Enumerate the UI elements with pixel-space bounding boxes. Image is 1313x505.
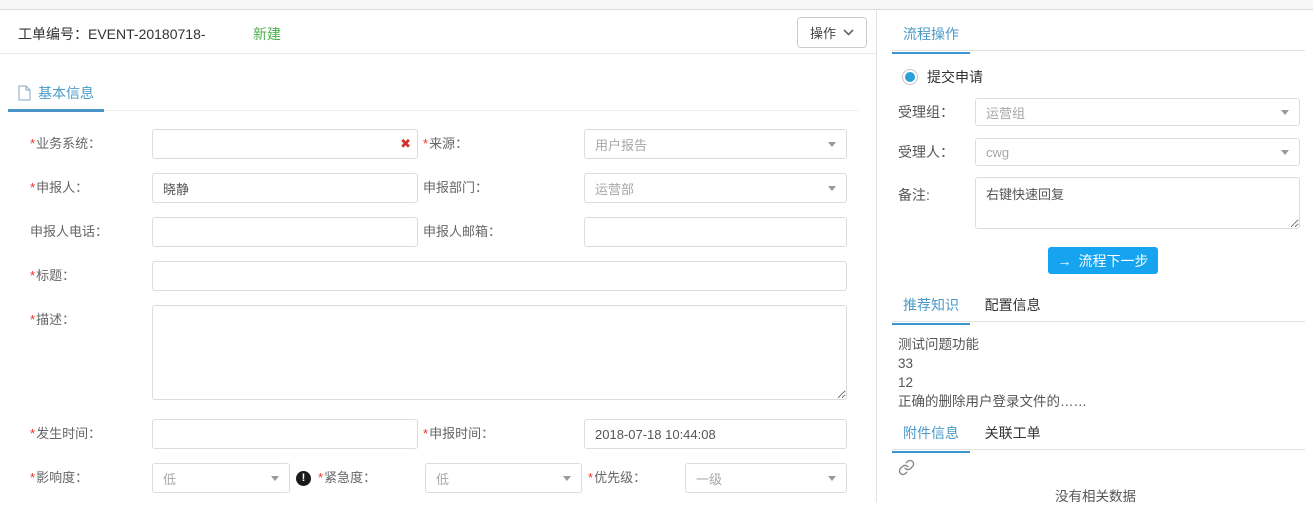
basic-info-form: *业务系统： ✖ *来源： 用户报告 *申报人： 申报部门： 运营部 申报人电话… xyxy=(0,11,876,502)
required-mark: * xyxy=(588,470,593,485)
ticket-form-panel: 工单编号：EVENT-20180718- 新建 操作 基本信息 *业务系统： ✖… xyxy=(0,11,877,502)
phone-fieldwrap xyxy=(152,217,418,247)
caret-down-icon xyxy=(1281,110,1289,115)
caret-down-icon xyxy=(1281,150,1289,155)
urgency-select[interactable]: 低 xyxy=(425,463,582,493)
email-label: 申报人邮箱： xyxy=(423,217,501,247)
source-label: *来源： xyxy=(423,129,468,159)
attachment-tab-row: 附件信息 关联工单 xyxy=(892,423,1305,450)
tab-related-tickets[interactable]: 关联工单 xyxy=(974,423,1052,451)
accept-group-label: 受理组： xyxy=(898,98,954,126)
caret-down-icon xyxy=(828,142,836,147)
radio-dot xyxy=(905,72,915,82)
priority-select-value: 一级 xyxy=(696,469,722,488)
department-select[interactable]: 运营部 xyxy=(584,173,847,203)
knowledge-item[interactable]: 测试问题功能 xyxy=(898,335,1087,354)
accept-person-value: cwg xyxy=(986,145,1009,160)
impact-select-value: 低 xyxy=(163,469,176,488)
knowledge-item[interactable]: 正确的删除用户登录文件的…… xyxy=(898,392,1087,411)
priority-select[interactable]: 一级 xyxy=(685,463,847,493)
business-system-fieldwrap: ✖ xyxy=(152,129,418,159)
description-fieldwrap xyxy=(152,305,847,400)
arrow-right-icon: → xyxy=(1058,253,1072,269)
source-select[interactable]: 用户报告 xyxy=(584,129,847,159)
remark-textarea[interactable]: 右键快速回复 xyxy=(975,177,1300,229)
required-mark: * xyxy=(30,426,35,441)
caret-down-icon xyxy=(271,476,279,481)
clear-icon[interactable]: ✖ xyxy=(400,136,411,152)
business-system-input[interactable] xyxy=(152,129,418,159)
link-icon[interactable] xyxy=(898,459,915,479)
source-select-value: 用户报告 xyxy=(595,135,647,154)
reporter-fieldwrap xyxy=(152,173,418,203)
priority-label: *优先级： xyxy=(588,463,646,493)
knowledge-item[interactable]: 33 xyxy=(898,354,1087,373)
business-system-label: *业务系统： xyxy=(30,129,101,159)
accept-group-select[interactable]: 运营组 xyxy=(975,98,1300,126)
accept-group-value: 运营组 xyxy=(986,103,1025,122)
caret-down-icon xyxy=(828,476,836,481)
occur-time-label: *发生时间： xyxy=(30,419,101,449)
impact-select[interactable]: 低 xyxy=(152,463,290,493)
required-mark: * xyxy=(423,426,428,441)
required-mark: * xyxy=(30,268,35,283)
report-time-label: *申报时间： xyxy=(423,419,494,449)
caret-down-icon xyxy=(828,186,836,191)
occur-time-fieldwrap xyxy=(152,419,418,449)
knowledge-list: 测试问题功能 33 12 正确的删除用户登录文件的…… xyxy=(898,335,1087,411)
impact-label: *影响度： xyxy=(30,463,88,493)
email-fieldwrap xyxy=(584,217,847,247)
email-input[interactable] xyxy=(584,217,847,247)
required-mark: * xyxy=(30,470,35,485)
required-mark: * xyxy=(318,470,323,485)
no-data-message: 没有相关数据 xyxy=(878,485,1313,505)
knowledge-item[interactable]: 12 xyxy=(898,373,1087,392)
phone-input[interactable] xyxy=(152,217,418,247)
title-label: *标题： xyxy=(30,261,75,291)
tab-recommended-knowledge[interactable]: 推荐知识 xyxy=(892,295,970,325)
department-select-value: 运营部 xyxy=(595,179,634,198)
process-next-step-button[interactable]: → 流程下一步 xyxy=(1048,247,1158,274)
top-strip xyxy=(0,0,1313,10)
required-mark: * xyxy=(30,312,35,327)
radio-selected-icon[interactable] xyxy=(902,69,918,85)
caret-down-icon xyxy=(563,476,571,481)
phone-label: 申报人电话： xyxy=(30,217,108,247)
report-time-fieldwrap xyxy=(584,419,847,449)
title-input[interactable] xyxy=(152,261,847,291)
info-icon[interactable]: ! xyxy=(296,471,311,486)
tab-attachment-info[interactable]: 附件信息 xyxy=(892,423,970,453)
urgency-select-value: 低 xyxy=(436,469,449,488)
title-fieldwrap xyxy=(152,261,847,291)
reporter-label: *申报人： xyxy=(30,173,88,203)
required-mark: * xyxy=(30,180,35,195)
process-tab-row: 流程操作 xyxy=(892,24,1305,51)
description-label: *描述： xyxy=(30,305,75,335)
reporter-input[interactable] xyxy=(152,173,418,203)
submit-request-radio-row[interactable]: 提交申请 xyxy=(902,67,983,87)
tab-config-info[interactable]: 配置信息 xyxy=(974,295,1052,323)
required-mark: * xyxy=(423,136,428,151)
submit-request-label: 提交申请 xyxy=(927,67,983,87)
remark-label: 备注: xyxy=(898,181,930,209)
occur-time-input[interactable] xyxy=(152,419,418,449)
required-mark: * xyxy=(30,136,35,151)
description-textarea[interactable] xyxy=(152,305,847,400)
tab-process-actions[interactable]: 流程操作 xyxy=(892,24,970,54)
urgency-label: *紧急度： xyxy=(318,463,376,493)
process-panel: 流程操作 提交申请 受理组： 运营组 受理人： cwg 备注: 右键快速回复 →… xyxy=(878,11,1313,502)
accept-person-label: 受理人： xyxy=(898,138,954,166)
report-time-input[interactable] xyxy=(584,419,847,449)
accept-person-select[interactable]: cwg xyxy=(975,138,1300,166)
department-label: 申报部门： xyxy=(423,173,488,203)
next-step-label: 流程下一步 xyxy=(1079,251,1149,271)
knowledge-tab-row: 推荐知识 配置信息 xyxy=(892,295,1305,322)
